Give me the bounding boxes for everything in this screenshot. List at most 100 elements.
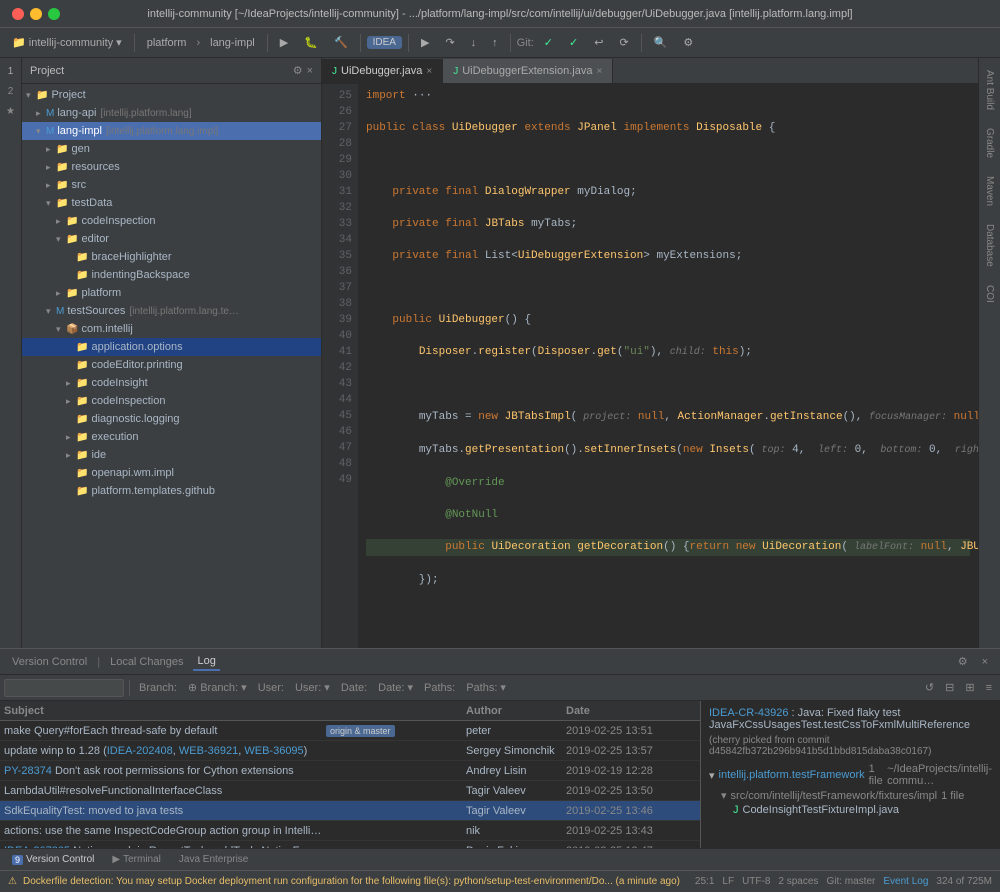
tree-item-testsources[interactable]: ▾ M testSources [intellij.platform.lang.… xyxy=(22,302,321,320)
tree-item-application-options[interactable]: 📁 application.options xyxy=(22,338,321,356)
status-bar: ⚠ Dockerfile detection: You may setup Do… xyxy=(0,870,1000,892)
tree-item-diagnostic-logging[interactable]: 📁 diagnostic.logging xyxy=(22,410,321,428)
panel-settings-icon[interactable]: ⚙ xyxy=(293,64,303,77)
step-over-button[interactable]: ↷ xyxy=(439,34,460,51)
tree-item-codeeditor-printing[interactable]: 📁 codeEditor.printing xyxy=(22,356,321,374)
git-row-4[interactable]: LambdaUtil#resolveFunctionalInterfaceCla… xyxy=(0,781,700,801)
nav-java-enterprise[interactable]: Java Enterprise xyxy=(171,850,256,870)
idea-link-2[interactable]: IDEA-207865 xyxy=(4,845,70,849)
status-git[interactable]: Git: master xyxy=(826,876,875,887)
debug-button[interactable]: 🐛 xyxy=(298,34,324,51)
commit-file-item[interactable]: J CodeInsightTestFixtureImpl.java xyxy=(721,804,992,816)
status-warning-text[interactable]: Dockerfile detection: You may setup Dock… xyxy=(23,876,689,887)
branch-filter-button[interactable]: ⊕ Branch: ▾ xyxy=(184,679,251,696)
version-control-tab[interactable]: Version Control xyxy=(8,654,91,670)
tree-item-codeinspection[interactable]: ▸ 📁 codeInspection xyxy=(22,212,321,230)
tree-item-lang-api[interactable]: ▸ M lang-api [intellij.platform.lang] xyxy=(22,104,321,122)
database-panel[interactable]: Database xyxy=(982,216,997,275)
settings-button[interactable]: ⚙ xyxy=(677,34,699,51)
lang-impl-nav-button[interactable]: lang-impl xyxy=(204,35,261,51)
local-changes-tab[interactable]: Local Changes xyxy=(106,654,187,670)
coi-panel[interactable]: COI xyxy=(982,277,997,311)
tree-item-platform-templates[interactable]: 📁 platform.templates.github xyxy=(22,482,321,500)
expand-icon-2[interactable]: ▾ xyxy=(721,789,727,802)
py-link[interactable]: PY-28374 xyxy=(4,765,52,777)
code-content[interactable]: 25 26 27 28 29 30 31 32 33 34 35 36 37 3… xyxy=(322,84,978,648)
tab-close-2[interactable]: × xyxy=(596,66,602,77)
tree-item-platform[interactable]: ▸ 📁 platform xyxy=(22,284,321,302)
git-checkmark-1[interactable]: ✓ xyxy=(538,34,559,51)
git-row-1[interactable]: make Query#forEach thread-safe by defaul… xyxy=(0,721,700,741)
structure-icon[interactable]: 2 xyxy=(2,82,20,100)
refresh-button[interactable]: ⟳ xyxy=(613,34,634,51)
expand-icon[interactable]: ▾ xyxy=(709,769,715,782)
tree-item-indentingbackspace[interactable]: 📁 indentingBackspace xyxy=(22,266,321,284)
status-encoding[interactable]: UTF-8 xyxy=(742,876,770,887)
ant-build-panel[interactable]: Ant Build xyxy=(982,62,997,118)
tab-close-1[interactable]: × xyxy=(426,66,432,77)
minimize-button[interactable] xyxy=(30,8,42,20)
status-event-log[interactable]: Event Log xyxy=(883,876,928,887)
tree-item-src[interactable]: ▸ 📁 src xyxy=(22,176,321,194)
git-graph-btn[interactable]: ≡ xyxy=(982,680,996,696)
git-row-6[interactable]: actions: use the same InspectCodeGroup a… xyxy=(0,821,700,841)
git-expand-btn[interactable]: ⊞ xyxy=(961,679,978,696)
git-row-3[interactable]: PY-28374 Don't ask root permissions for … xyxy=(0,761,700,781)
status-position[interactable]: 25:1 xyxy=(695,876,714,887)
maximize-button[interactable] xyxy=(48,8,60,20)
web-link-2[interactable]: WEB-36095 xyxy=(244,745,303,757)
project-view-icon[interactable]: 1 xyxy=(2,62,20,80)
tree-item-lang-impl[interactable]: ▾ M lang-impl [intellij.platform.lang.im… xyxy=(22,122,321,140)
git-checkmark-2[interactable]: ✓ xyxy=(563,34,584,51)
run-button[interactable]: ▶ xyxy=(274,34,294,51)
window-controls[interactable] xyxy=(12,8,60,20)
platform-nav-button[interactable]: platform xyxy=(141,35,193,51)
git-refresh-btn[interactable]: ↺ xyxy=(921,679,938,696)
maven-panel[interactable]: Maven xyxy=(982,168,997,214)
commit-id-link[interactable]: IDEA-CR-43926 xyxy=(709,707,788,719)
gradle-panel[interactable]: Gradle xyxy=(982,120,997,166)
idea-link-1[interactable]: IDEA-202408 xyxy=(107,745,173,757)
tree-item-testdata[interactable]: ▾ 📁 testData xyxy=(22,194,321,212)
build-button[interactable]: 🔨 xyxy=(328,34,354,51)
user-filter-button[interactable]: User: ▾ xyxy=(291,679,334,696)
search-button[interactable]: 🔍 xyxy=(648,34,674,51)
editor-tab-1[interactable]: J UiDebugger.java × xyxy=(322,59,443,83)
git-search-input[interactable] xyxy=(4,679,124,697)
tree-item-editor[interactable]: ▾ 📁 editor xyxy=(22,230,321,248)
step-out-button[interactable]: ↑ xyxy=(486,35,504,51)
git-row-5[interactable]: SdkEqualityTest: moved to java tests Tag… xyxy=(0,801,700,821)
tree-item-ide[interactable]: ▸ 📁 ide xyxy=(22,446,321,464)
run-config-button[interactable]: ▶ xyxy=(415,34,435,51)
code-editor[interactable]: import ··· public class UiDebugger exten… xyxy=(358,84,978,648)
project-nav-button[interactable]: 📁 intellij-community ▾ xyxy=(6,34,128,51)
tree-item-root[interactable]: ▾ 📁 Project xyxy=(22,86,321,104)
tree-item-resources[interactable]: ▸ 📁 resources xyxy=(22,158,321,176)
web-link-1[interactable]: WEB-36921 xyxy=(179,745,238,757)
bottom-panel-settings-icon[interactable]: ⚙ xyxy=(954,653,972,670)
tree-item-bracehighlighter[interactable]: 📁 braceHighlighter xyxy=(22,248,321,266)
git-row-2[interactable]: update winp to 1.28 (IDEA-202408, WEB-36… xyxy=(0,741,700,761)
log-tab[interactable]: Log xyxy=(193,653,219,671)
tree-item-openapi-wm-impl[interactable]: 📁 openapi.wm.impl xyxy=(22,464,321,482)
undo-button[interactable]: ↩ xyxy=(588,34,609,51)
bottom-panel-close-icon[interactable]: × xyxy=(978,654,992,670)
nav-terminal[interactable]: ▶ Terminal xyxy=(104,850,169,870)
tree-item-codeinspection2[interactable]: ▸ 📁 codeInspection xyxy=(22,392,321,410)
tree-item-com-intellij[interactable]: ▾ 📦 com.intellij xyxy=(22,320,321,338)
editor-tab-2[interactable]: J UiDebuggerExtension.java × xyxy=(443,59,613,83)
paths-filter-button[interactable]: Paths: ▾ xyxy=(462,679,510,696)
nav-version-control[interactable]: 9 Version Control xyxy=(4,850,102,870)
tree-item-execution[interactable]: ▸ 📁 execution xyxy=(22,428,321,446)
status-memory[interactable]: 324 of 725M xyxy=(936,876,992,887)
favorites-icon[interactable]: ★ xyxy=(2,102,20,120)
date-filter-button[interactable]: Date: ▾ xyxy=(374,679,417,696)
step-into-button[interactable]: ↓ xyxy=(465,35,483,51)
tree-item-gen[interactable]: ▸ 📁 gen xyxy=(22,140,321,158)
git-row-7[interactable]: IDEA-207865 Native crash in RecentTasks.… xyxy=(0,841,700,848)
close-button[interactable] xyxy=(12,8,24,20)
git-collapse-btn[interactable]: ⊟ xyxy=(941,679,958,696)
panel-close-icon[interactable]: × xyxy=(307,65,313,77)
tree-item-codeinsight[interactable]: ▸ 📁 codeInsight xyxy=(22,374,321,392)
status-indent[interactable]: 2 spaces xyxy=(778,876,818,887)
